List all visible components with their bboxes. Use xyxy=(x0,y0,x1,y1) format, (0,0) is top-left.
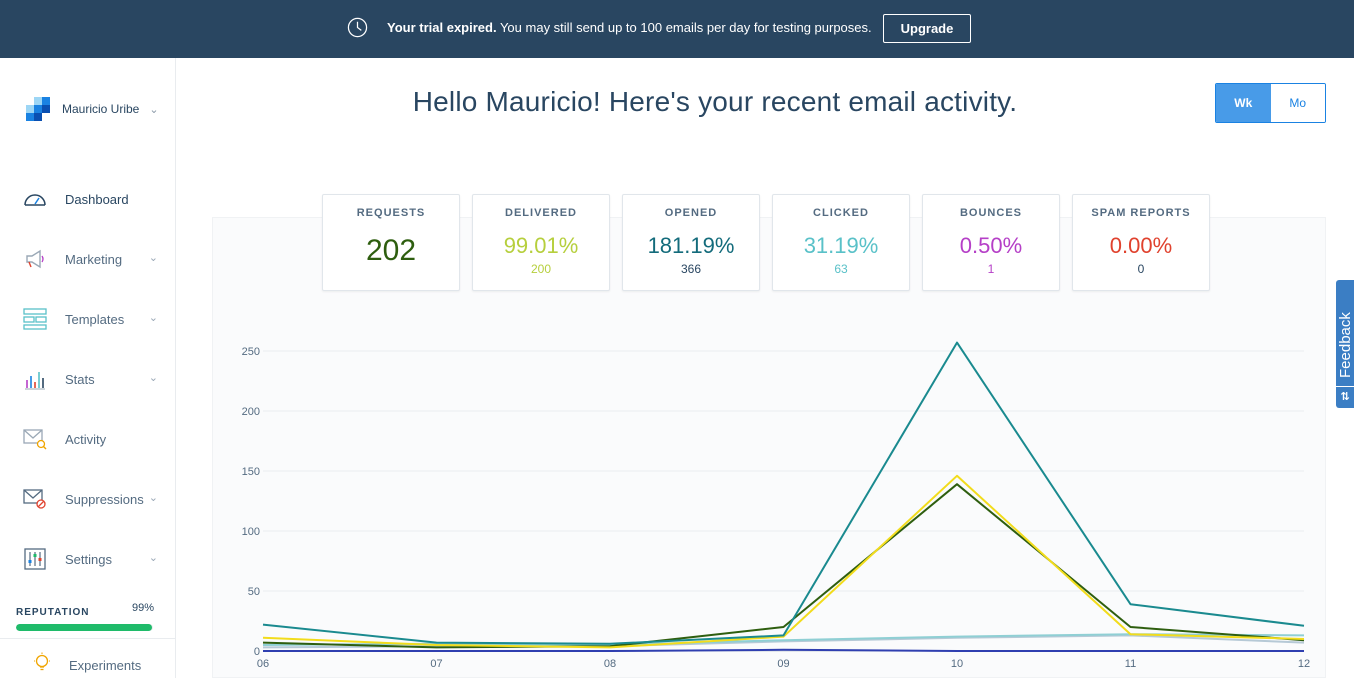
clock-icon xyxy=(347,17,368,38)
sidebar-item-label: Settings xyxy=(65,551,112,567)
trial-message-bold: Your trial expired. xyxy=(387,20,497,35)
stat-title: SPAM REPORTS xyxy=(1091,207,1191,219)
sidebar-item-label: Suppressions xyxy=(65,491,144,507)
sidebar-item-label: Templates xyxy=(65,311,125,327)
x-tick-label: 12 xyxy=(1298,658,1310,670)
month-toggle-button[interactable]: Mo xyxy=(1270,84,1325,122)
stat-title: BOUNCES xyxy=(959,207,1022,219)
stat-card-opened[interactable]: OPENED 181.19% 366 xyxy=(622,194,760,291)
series-line xyxy=(262,483,1305,649)
x-tick-label: 09 xyxy=(777,658,789,670)
megaphone-icon xyxy=(22,248,48,270)
reputation-value: 99% xyxy=(131,602,154,614)
x-tick-label: 11 xyxy=(1125,658,1136,670)
y-tick-label: 50 xyxy=(248,586,260,598)
reputation-bar xyxy=(16,624,153,631)
sidebar-item-settings[interactable]: Settings ⌄ xyxy=(22,544,170,574)
stat-count: 1 xyxy=(987,262,995,276)
trial-message: Your trial expired. You may still send u… xyxy=(387,20,872,35)
week-toggle-button[interactable]: Wk xyxy=(1216,84,1271,122)
sidebar-divider xyxy=(0,638,175,639)
stat-value: 31.19% xyxy=(803,233,879,258)
y-tick-label: 200 xyxy=(242,406,260,418)
bar-chart-icon xyxy=(22,368,48,390)
sliders-icon xyxy=(22,548,48,570)
activity-line-chart: 0 50 100 150 200 250 06 07 08 09 10 11 12 xyxy=(242,341,1310,670)
stat-card-clicked[interactable]: CLICKED 31.19% 63 xyxy=(772,194,910,291)
sidebar-item-label: Dashboard xyxy=(65,191,129,207)
trial-message-text: You may still send up to 100 emails per … xyxy=(496,20,872,35)
sidebar-item-experiments[interactable]: Experiments xyxy=(32,652,141,679)
stat-count: 63 xyxy=(834,262,848,276)
trial-banner: Your trial expired. You may still send u… xyxy=(0,0,1354,58)
sidebar-item-dashboard[interactable]: Dashboard xyxy=(22,184,170,214)
account-name: Mauricio Uribe xyxy=(62,102,140,116)
upgrade-button[interactable]: Upgrade xyxy=(883,14,971,43)
y-tick-label: 100 xyxy=(242,526,260,538)
stat-title: OPENED xyxy=(664,207,718,219)
y-tick-label: 150 xyxy=(242,466,260,478)
stat-value: 202 xyxy=(365,234,417,267)
sidebar-item-label: Experiments xyxy=(69,658,142,673)
envelope-blocked-icon xyxy=(22,488,48,510)
sidebar-item-activity[interactable]: Activity xyxy=(22,424,170,454)
period-toggle: Wk Mo xyxy=(1215,83,1326,123)
stat-title: REQUESTS xyxy=(356,207,426,219)
chevron-down-icon: ⌄ xyxy=(148,492,158,504)
sendgrid-logo-icon xyxy=(26,97,50,121)
sidebar: Mauricio Uribe ⌄ Dashboard Marketing ⌄ T… xyxy=(0,58,176,678)
y-tick-label: 250 xyxy=(242,346,260,358)
x-tick-label: 07 xyxy=(430,658,442,670)
sidebar-item-templates[interactable]: Templates ⌄ xyxy=(22,304,170,334)
x-tick-label: 10 xyxy=(951,658,963,670)
stat-title: DELIVERED xyxy=(505,207,577,219)
series-line xyxy=(262,341,1305,645)
stat-card-bounces[interactable]: BOUNCES 0.50% 1 xyxy=(922,194,1060,291)
stat-card-requests[interactable]: REQUESTS 202 xyxy=(322,194,460,291)
sidebar-item-label: Activity xyxy=(65,431,107,447)
reputation-meter: REPUTATION 99% xyxy=(16,602,154,631)
feedback-tab[interactable]: Feedback ⇅ xyxy=(1336,280,1354,408)
reputation-bar-fill xyxy=(16,624,152,631)
account-switcher[interactable]: Mauricio Uribe ⌄ xyxy=(26,96,166,122)
sidebar-item-stats[interactable]: Stats ⌄ xyxy=(22,364,170,394)
stat-title: CLICKED xyxy=(813,207,869,219)
sidebar-item-label: Stats xyxy=(65,371,95,387)
chevron-down-icon: ⌄ xyxy=(148,552,158,564)
chevron-down-icon: ⌄ xyxy=(148,372,158,384)
speedometer-icon xyxy=(22,188,48,210)
x-tick-label: 08 xyxy=(604,658,616,670)
chevron-down-icon: ⌄ xyxy=(148,312,158,324)
chevron-down-icon: ⌄ xyxy=(148,252,158,264)
stat-card-spam-reports[interactable]: SPAM REPORTS 0.00% 0 xyxy=(1072,194,1210,291)
stat-value: 181.19% xyxy=(647,233,735,258)
templates-icon xyxy=(22,308,48,330)
sidebar-item-marketing[interactable]: Marketing ⌄ xyxy=(22,244,170,274)
stat-value: 99.01% xyxy=(503,233,579,258)
stat-count: 366 xyxy=(680,262,702,276)
envelope-search-icon xyxy=(22,428,48,450)
chevron-down-icon: ⌄ xyxy=(149,103,159,116)
stat-count: 0 xyxy=(1137,262,1145,276)
sidebar-item-suppressions[interactable]: Suppressions ⌄ xyxy=(22,484,170,514)
stat-value: 0.50% xyxy=(959,233,1023,258)
y-tick-label: 0 xyxy=(254,646,260,658)
stat-count: 200 xyxy=(530,262,552,276)
stat-card-delivered[interactable]: DELIVERED 99.01% 200 xyxy=(472,194,610,291)
x-tick-label: 06 xyxy=(257,658,269,670)
swap-arrows-icon: ⇅ xyxy=(1336,386,1354,406)
sidebar-item-label: Marketing xyxy=(65,251,123,267)
series-line xyxy=(262,474,1305,649)
reputation-title: REPUTATION xyxy=(16,607,90,618)
feedback-label: Feedback xyxy=(1337,312,1354,378)
page-title: Hello Mauricio! Here's your recent email… xyxy=(412,86,1018,117)
lightbulb-icon xyxy=(32,652,52,679)
stat-value: 0.00% xyxy=(1109,233,1173,258)
